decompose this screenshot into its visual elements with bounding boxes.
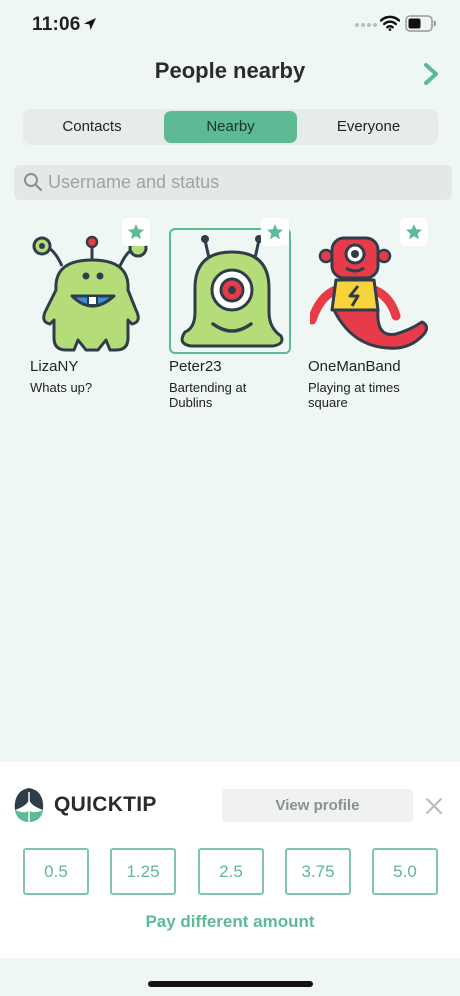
quicktip-brand: QUICKTIP: [54, 793, 157, 816]
person-card-peter23[interactable]: Peter23 Bartending at Dublins: [169, 218, 299, 414]
bottom-strip: [0, 958, 460, 996]
search-icon: [24, 173, 43, 192]
person-card-lizany[interactable]: LizaNY Whats up?: [30, 218, 160, 414]
tip-amount-button[interactable]: 1.25: [110, 848, 176, 895]
pay-different-amount-link[interactable]: Pay different amount: [0, 912, 460, 932]
home-indicator[interactable]: [148, 981, 313, 987]
tab-bar: Contacts Nearby Everyone: [23, 109, 438, 145]
green-blob-avatar-icon: [180, 235, 284, 348]
tab-contacts[interactable]: Contacts: [25, 111, 159, 143]
person-name: OneManBand: [308, 358, 401, 375]
person-status: Whats up?: [30, 380, 93, 395]
search-input[interactable]: [48, 165, 443, 200]
favorite-button[interactable]: [122, 218, 150, 246]
star-icon: [128, 224, 144, 240]
tip-amount-button[interactable]: 2.5: [198, 848, 264, 895]
avatar: [30, 228, 152, 354]
tip-amount-button[interactable]: 3.75: [285, 848, 351, 895]
close-icon[interactable]: [425, 797, 443, 815]
person-status: Playing at times square: [308, 380, 400, 410]
person-status: Bartending at Dublins: [169, 380, 247, 410]
battery-icon: [405, 15, 436, 32]
tip-amount-button[interactable]: 0.5: [23, 848, 89, 895]
signal-dots-icon: [355, 23, 377, 27]
favorite-button[interactable]: [261, 218, 289, 246]
red-robot-avatar-icon: [310, 236, 428, 350]
tip-amount-button[interactable]: 5.0: [372, 848, 438, 895]
tab-everyone[interactable]: Everyone: [301, 111, 436, 143]
favorite-button[interactable]: [400, 218, 428, 246]
wifi-icon: [380, 15, 400, 31]
star-icon: [406, 224, 422, 240]
tab-nearby[interactable]: Nearby: [164, 111, 297, 143]
search-bar: [14, 165, 452, 200]
avatar: [169, 228, 291, 354]
view-profile-button[interactable]: View profile: [222, 789, 413, 822]
avatar: [308, 228, 430, 354]
star-icon: [267, 224, 283, 240]
status-time: 11:06: [32, 14, 81, 35]
green-monster-avatar-icon: [32, 235, 148, 352]
person-name: Peter23: [169, 358, 222, 375]
location-arrow-icon: [84, 18, 96, 30]
page-title: People nearby: [154, 58, 306, 83]
person-name: LizaNY: [30, 358, 79, 375]
chevron-right-icon[interactable]: [420, 62, 442, 86]
quicktip-panel: QUICKTIP View profile 0.5 1.25 2.5 3.75 …: [0, 762, 460, 958]
person-card-onemanband[interactable]: OneManBand Playing at times square: [308, 218, 438, 414]
status-bar: 11:06: [0, 0, 460, 50]
quicktip-logo-icon: [14, 788, 44, 822]
